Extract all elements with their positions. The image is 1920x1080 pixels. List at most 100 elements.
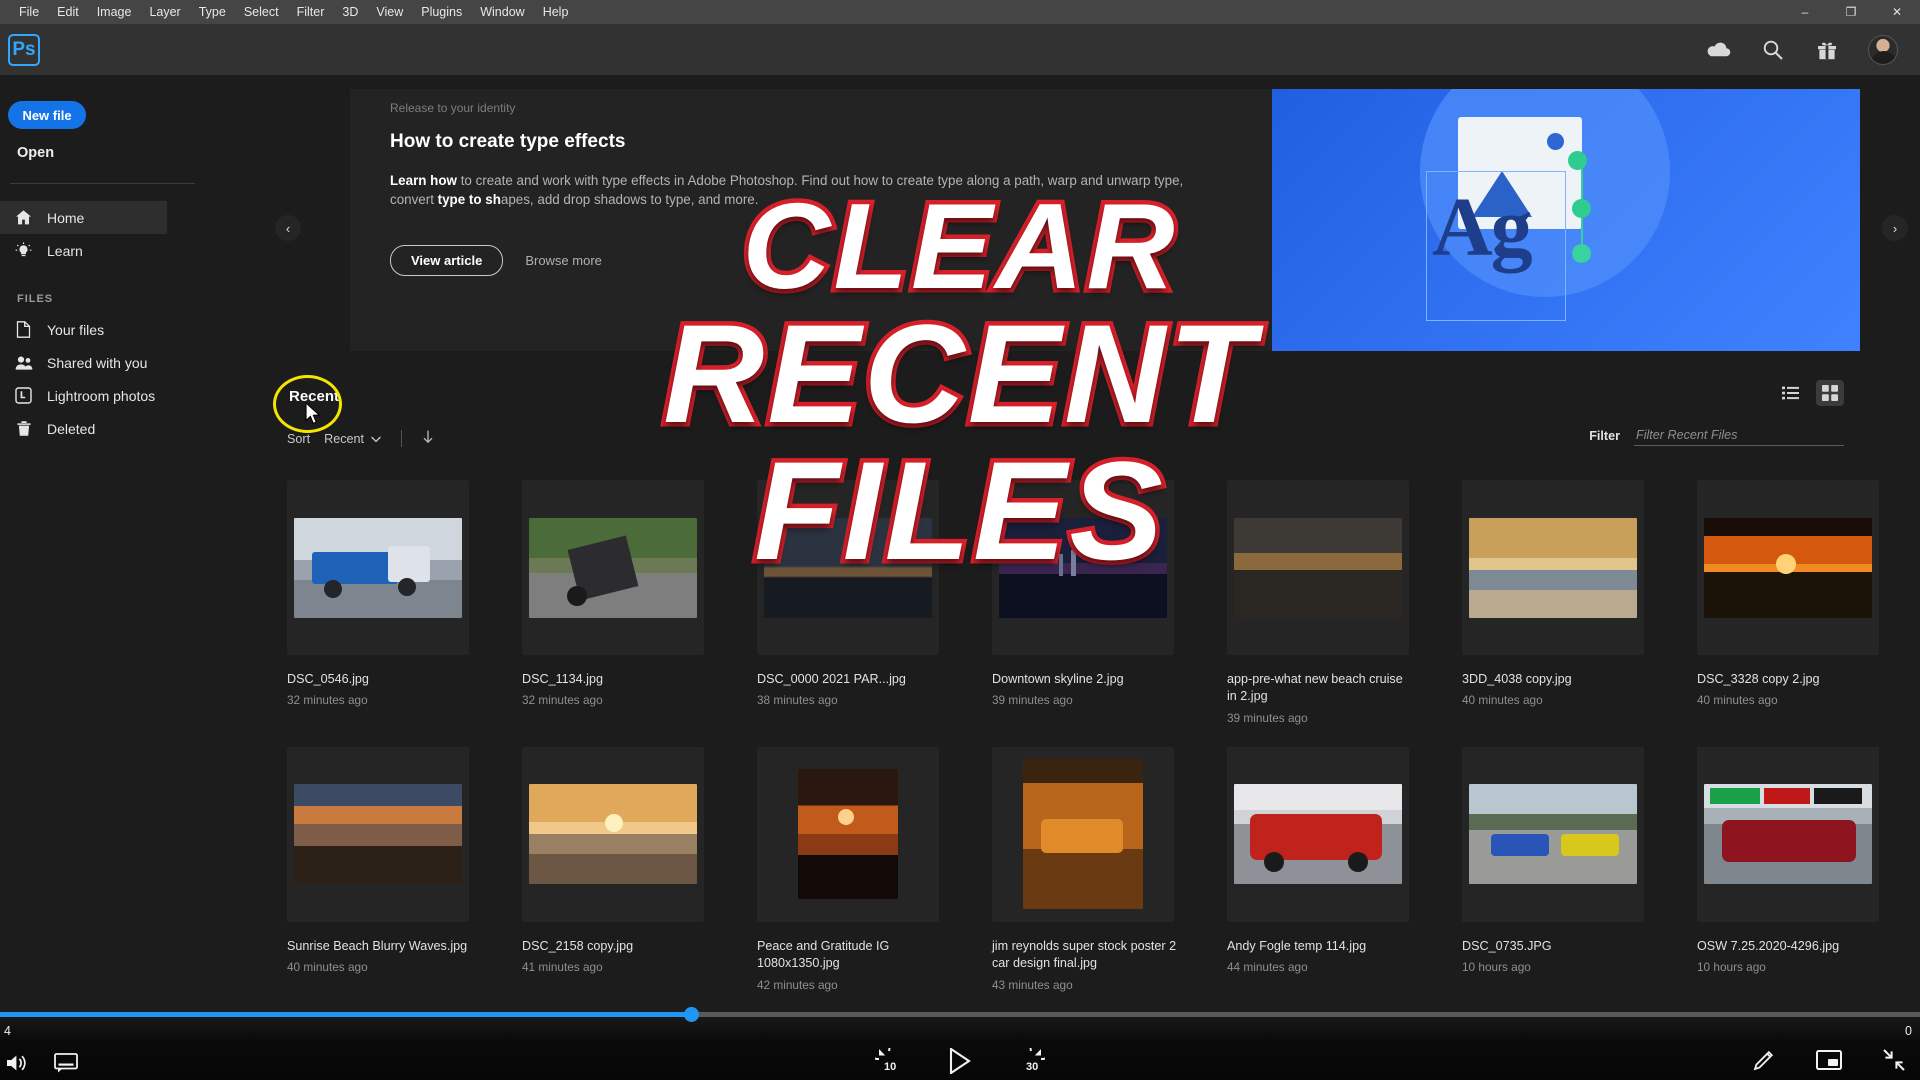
banner-artwork: Ag [1272,89,1860,351]
file-card[interactable]: Sunrise Beach Blurry Waves.jpg 40 minute… [287,746,492,992]
banner-prev-arrow-icon[interactable]: ‹ [275,215,301,241]
banner-text-block: Release to your identity How to create t… [390,89,1220,209]
menu-item-window[interactable]: Window [471,2,533,22]
menu-item-image[interactable]: Image [88,2,141,22]
promo-banner[interactable]: Ag Release to your identity How to creat… [350,89,1860,351]
file-name: DSC_3328 copy 2.jpg [1697,672,1820,686]
open-button[interactable]: Open [17,145,205,161]
sort-label: Sort [287,431,311,446]
sidebar-item-shared-with-you[interactable]: Shared with you [0,346,167,379]
banner-art-letters: Ag [1432,181,1533,274]
volume-icon[interactable] [6,1053,28,1073]
file-time: 10 hours ago [1462,960,1531,975]
menu-bar: File Edit Image Layer Type Select Filter… [0,0,1920,24]
banner-next-arrow-icon[interactable]: › [1882,215,1908,241]
menu-item-view[interactable]: View [367,2,412,22]
cloud-icon[interactable] [1706,37,1732,63]
file-card[interactable]: OSW 7.25.2020-4296.jpg 10 hours ago [1697,746,1902,992]
file-card[interactable]: DSC_3328 copy 2.jpg 40 minutes ago [1697,480,1902,725]
captions-icon[interactable] [54,1053,80,1073]
banner-desc-bold-1: Learn how [390,173,457,188]
pencil-icon[interactable] [1752,1048,1776,1072]
file-thumbnail [1227,746,1409,922]
forward-30-icon[interactable]: 30 [1017,1048,1045,1074]
rewind-10-icon[interactable]: 10 [875,1048,903,1074]
menu-item-file[interactable]: File [10,2,48,22]
file-card[interactable]: DSC_0735.JPG 10 hours ago [1462,746,1667,992]
sidebar-item-lightroom-photos[interactable]: Lightroom photos [0,379,167,412]
filter-input[interactable] [1634,425,1844,446]
sort-dropdown-value: Recent [324,431,365,446]
people-icon [14,353,33,372]
mouse-cursor [305,401,322,431]
file-thumbnail [1227,480,1409,655]
progress-bar-fill [0,1012,692,1017]
close-icon[interactable]: ✕ [1874,0,1920,24]
file-name: DSC_0000 2021 PAR...jpg [757,672,906,686]
menu-item-type[interactable]: Type [190,2,235,22]
menu-item-layer[interactable]: Layer [140,2,189,22]
rewind-10-label: 10 [884,1061,897,1073]
maximize-icon[interactable]: ❐ [1828,0,1874,24]
file-name: Sunrise Beach Blurry Waves.jpg [287,938,468,953]
picture-in-picture-icon[interactable] [1816,1050,1842,1070]
sort-dropdown[interactable]: Recent [324,432,381,446]
menu-item-filter[interactable]: Filter [288,2,334,22]
file-card[interactable]: DSC_0000 2021 PAR...jpg 38 minutes ago [757,480,962,725]
photoshop-home-screen: File Edit Image Layer Type Select Filter… [0,0,1920,1080]
sidebar-item-label-learn: Learn [47,242,83,259]
menu-item-3d[interactable]: 3D [333,2,367,22]
file-card[interactable]: DSC_2158 copy.jpg 41 minutes ago [522,746,727,992]
view-article-button[interactable]: View article [390,245,504,276]
file-thumbnail [1462,746,1644,922]
banner-title: How to create type effects [390,131,626,152]
file-card[interactable]: Andy Fogle temp 114.jpg 44 minutes ago [1227,746,1432,992]
sidebar: New file Open Home Learn FILES Your file… [0,75,205,1080]
play-icon[interactable] [949,1048,971,1074]
new-file-button[interactable]: New file [8,101,86,129]
browse-more-link[interactable]: Browse more [525,253,602,268]
list-view-icon[interactable] [1776,380,1804,406]
player-left-controls [6,1053,80,1073]
progress-bar-track[interactable] [0,1007,1920,1022]
progress-bar-knob[interactable] [684,1007,700,1022]
file-card[interactable]: Downtown skyline 2.jpg 39 minutes ago [992,480,1197,725]
sidebar-item-learn[interactable]: Learn [0,234,167,267]
time-elapsed: 4 [4,1024,11,1038]
menu-item-select[interactable]: Select [235,2,288,22]
search-icon[interactable] [1760,37,1786,63]
file-card[interactable]: DSC_0546.jpg 32 minutes ago [287,480,492,725]
forward-30-label: 30 [1026,1061,1039,1073]
file-card[interactable]: 3DD_4038 copy.jpg 40 minutes ago [1462,480,1667,725]
file-card[interactable]: Peace and Gratitude IG 1080x1350.jpg 42 … [757,746,962,992]
file-card[interactable]: DSC_1134.jpg 32 minutes ago [522,480,727,725]
sidebar-item-home[interactable]: Home [0,201,167,234]
filter-label: Filter [1589,429,1620,443]
file-time: 32 minutes ago [287,693,368,708]
menu-item-edit[interactable]: Edit [48,2,88,22]
grid-view-icon[interactable] [1816,380,1844,406]
menu-item-plugins[interactable]: Plugins [412,2,471,22]
file-time: 32 minutes ago [522,693,603,708]
avatar[interactable] [1868,34,1898,65]
file-time: 40 minutes ago [1462,693,1543,708]
file-card[interactable]: jim reynolds super stock poster 2 car de… [992,746,1197,992]
sort-direction-icon[interactable] [422,430,434,447]
minimize-icon[interactable]: – [1782,0,1828,24]
file-thumbnail [992,746,1174,922]
sidebar-item-your-files[interactable]: Your files [0,313,167,346]
window-controls: – ❐ ✕ [1782,0,1920,24]
sidebar-item-deleted[interactable]: Deleted [0,412,167,445]
file-name: Downtown skyline 2.jpg [992,672,1124,686]
file-name: app-pre-what new beach cruise in 2.jpg [1227,672,1403,704]
menu-item-help[interactable]: Help [534,2,578,22]
exit-fullscreen-icon[interactable] [1882,1048,1906,1072]
file-card[interactable]: app-pre-what new beach cruise in 2.jpg 3… [1227,480,1432,725]
video-player-bar: 4 0 10 30 [0,1007,1920,1080]
gift-icon[interactable] [1814,37,1840,63]
file-name: OSW 7.25.2020-4296.jpg [1697,938,1840,953]
file-name: Peace and Gratitude IG 1080x1350.jpg [757,938,890,971]
chevron-down-icon [371,432,381,446]
trash-icon [14,419,33,438]
file-time: 43 minutes ago [992,977,1073,992]
